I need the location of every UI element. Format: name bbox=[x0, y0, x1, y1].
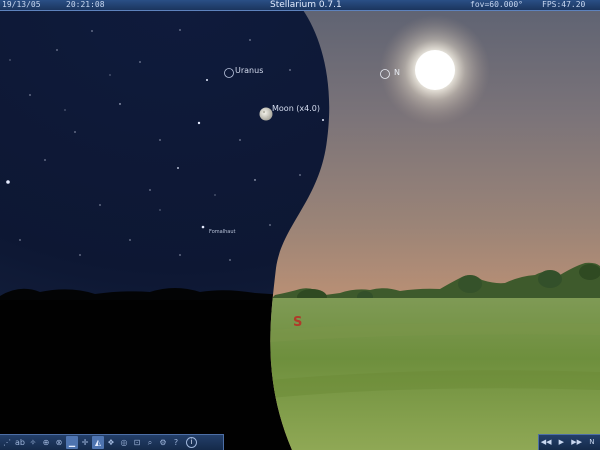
track-object-icon[interactable]: ◎ bbox=[118, 436, 130, 449]
main-toolbar: ⋰ ab ✧ ⊕ ⊗ ▁ ✛ ◭ ❖ ◎ ⊡ ⌕ ⚙? i bbox=[0, 434, 224, 450]
play-icon[interactable]: ▶ bbox=[556, 436, 567, 449]
search-icon[interactable]: ⌕ bbox=[144, 436, 156, 449]
app-title: Stellarium 0.7.1 bbox=[270, 0, 342, 10]
status-bar: 19/13/05 20:21:08 Stellarium 0.7.1 fov=6… bbox=[0, 0, 600, 11]
fast-forward-icon[interactable]: ▶▶ bbox=[571, 436, 582, 449]
cardinal-points-icon[interactable]: ✛ bbox=[79, 436, 91, 449]
sun[interactable] bbox=[415, 50, 455, 90]
rewind-icon[interactable]: ◀◀ bbox=[541, 436, 552, 449]
constellation-lines-icon[interactable]: ⋰ bbox=[1, 436, 13, 449]
atmosphere-icon[interactable]: ◭ bbox=[92, 436, 104, 449]
date-display: 19/13/05 bbox=[2, 0, 41, 9]
help-icon[interactable]: ? bbox=[170, 436, 182, 449]
cardinal-south-label: S bbox=[293, 315, 303, 330]
sky-viewport[interactable] bbox=[0, 0, 600, 450]
nebula-names-icon[interactable]: ❖ bbox=[105, 436, 117, 449]
fps-display: FPS:47.20 bbox=[542, 0, 586, 9]
moon-label[interactable]: Moon (x4.0) bbox=[272, 104, 320, 113]
info-icon[interactable]: i bbox=[186, 437, 197, 448]
north-marker-label: N bbox=[394, 68, 400, 77]
fomalhaut-label[interactable]: Fomalhaut bbox=[209, 229, 235, 235]
time-controls: ◀◀ ▶ ▶▶ N bbox=[538, 434, 600, 450]
fov-display: fov=60.000° bbox=[470, 0, 523, 9]
moon-marker[interactable] bbox=[259, 107, 273, 121]
zoom-icon[interactable]: ⊡ bbox=[131, 436, 143, 449]
equatorial-grid-icon[interactable]: ⊗ bbox=[53, 436, 65, 449]
azimuthal-grid-icon[interactable]: ⊕ bbox=[40, 436, 52, 449]
constellation-art-icon[interactable]: ✧ bbox=[27, 436, 39, 449]
time-display: 20:21:08 bbox=[66, 0, 105, 9]
configuration-icon[interactable]: ⚙ bbox=[157, 436, 169, 449]
ground-icon[interactable]: ▁ bbox=[66, 436, 78, 449]
uranus-label[interactable]: Uranus bbox=[235, 66, 263, 75]
constellation-names-icon[interactable]: ab bbox=[14, 436, 26, 449]
now-button[interactable]: N bbox=[586, 436, 597, 449]
